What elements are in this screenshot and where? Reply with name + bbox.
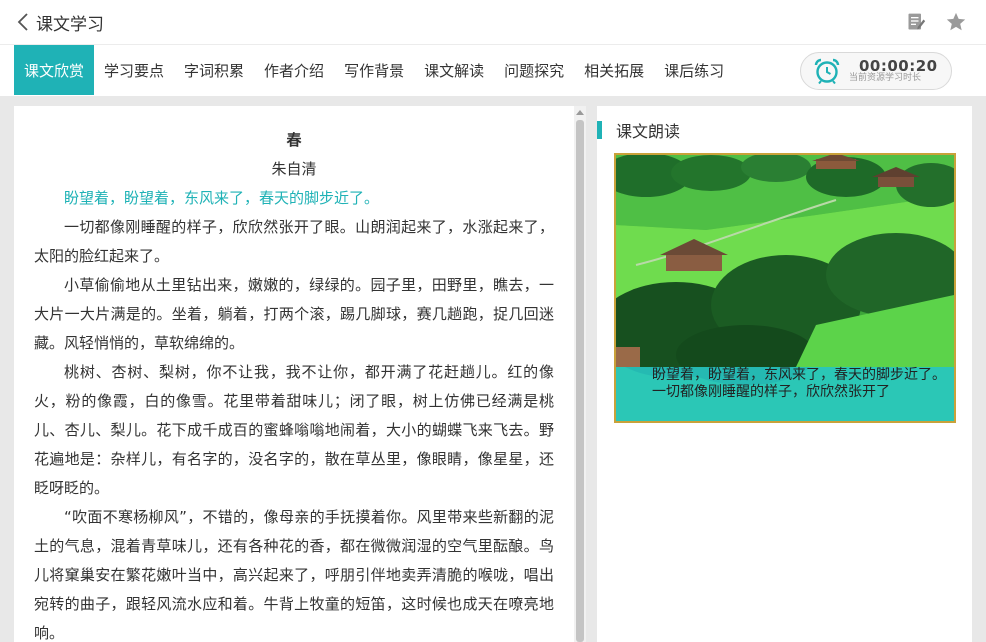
article-author: 朱自清: [271, 160, 317, 178]
notes-button[interactable]: [904, 10, 928, 34]
article-paragraph: 桃树、杏树、梨树，你不让我，我不让你，都开满了花赶趟儿。红的像火，粉的像霞，白的…: [34, 363, 554, 497]
article-paragraph: 小草偷偷地从土里钻出来，嫩嫩的，绿绿的。园子里，田野里，瞧去，一大片一大片满是的…: [34, 276, 554, 352]
tab-author[interactable]: 作者介绍: [254, 45, 334, 95]
article-title: 春: [286, 131, 302, 149]
scroll-up-arrow-icon[interactable]: [576, 110, 584, 115]
article-scrollbar[interactable]: [574, 106, 586, 642]
article-paragraph-highlighted: 盼望着，盼望着，东风来了，春天的脚步近了。: [64, 189, 380, 207]
tab-list: 课文欣赏 学习要点 字词积累 作者介绍 写作背景 课文解读 问题探究 相关拓展 …: [14, 45, 734, 97]
reading-video[interactable]: 盼望着，盼望着，东风来了，春天的脚步近了。 一切都像刚睡醒的样子，欣欣然张开了: [614, 153, 956, 423]
timer-value: 00:00:20: [859, 56, 938, 75]
reading-panel: 课文朗读 盼望着，盼望着，东风来了，春天的脚步近了。 一切都像刚睡醒的样子，欣欣…: [597, 106, 972, 642]
article-paragraph: “吹面不寒杨柳风”，不错的，像母亲的手抚摸着你。风里带来些新翻的泥土的气息，混着…: [34, 508, 554, 642]
scroll-thumb[interactable]: [576, 120, 584, 642]
section-marker: [597, 121, 602, 139]
article: 春 朱自清 盼望着，盼望着，东风来了，春天的脚步近了。 一切都像刚睡醒的样子，欣…: [14, 106, 574, 642]
tab-exercises[interactable]: 课后练习: [654, 45, 734, 95]
back-chevron-icon: [17, 13, 28, 31]
tab-interpretation[interactable]: 课文解读: [414, 45, 494, 95]
timer-caption: 当前资源学习时长: [849, 73, 922, 84]
alarm-clock-icon: [814, 58, 840, 85]
reading-section-header: 课文朗读: [597, 120, 681, 141]
study-timer: 00:00:20 当前资源学习时长: [800, 52, 952, 90]
notes-icon: [908, 13, 926, 30]
top-actions: [904, 10, 968, 34]
tab-extension[interactable]: 相关拓展: [574, 45, 654, 95]
tab-vocabulary[interactable]: 字词积累: [174, 45, 254, 95]
timer-text: 00:00:20 当前资源学习时长: [849, 58, 938, 84]
top-bar: 课文学习: [0, 0, 986, 44]
tab-appreciation[interactable]: 课文欣赏: [14, 45, 95, 95]
article-panel: 春 朱自清 盼望着，盼望着，东风来了，春天的脚步近了。 一切都像刚睡醒的样子，欣…: [14, 106, 574, 642]
reading-section-title: 课文朗读: [616, 122, 681, 141]
tab-bar: 课文欣赏 学习要点 字词积累 作者介绍 写作背景 课文解读 问题探究 相关拓展 …: [0, 44, 986, 96]
subtitle-line: 盼望着，盼望着，东风来了，春天的脚步近了。: [652, 367, 946, 383]
page-title: 课文学习: [36, 14, 104, 35]
star-icon: [946, 12, 966, 31]
tab-key-points[interactable]: 学习要点: [94, 45, 174, 95]
article-paragraph: 一切都像刚睡醒的样子，欣欣然张开了眼。山朗润起来了，水涨起来了，太阳的脸红起来了…: [34, 218, 554, 265]
tab-background[interactable]: 写作背景: [334, 45, 414, 95]
back-button[interactable]: 课文学习: [16, 8, 104, 36]
video-subtitle: 盼望着，盼望着，东风来了，春天的脚步近了。 一切都像刚睡醒的样子，欣欣然张开了: [616, 367, 954, 421]
favorite-button[interactable]: [944, 10, 968, 34]
tab-inquiry[interactable]: 问题探究: [494, 45, 574, 95]
subtitle-line: 一切都像刚睡醒的样子，欣欣然张开了: [652, 384, 890, 400]
